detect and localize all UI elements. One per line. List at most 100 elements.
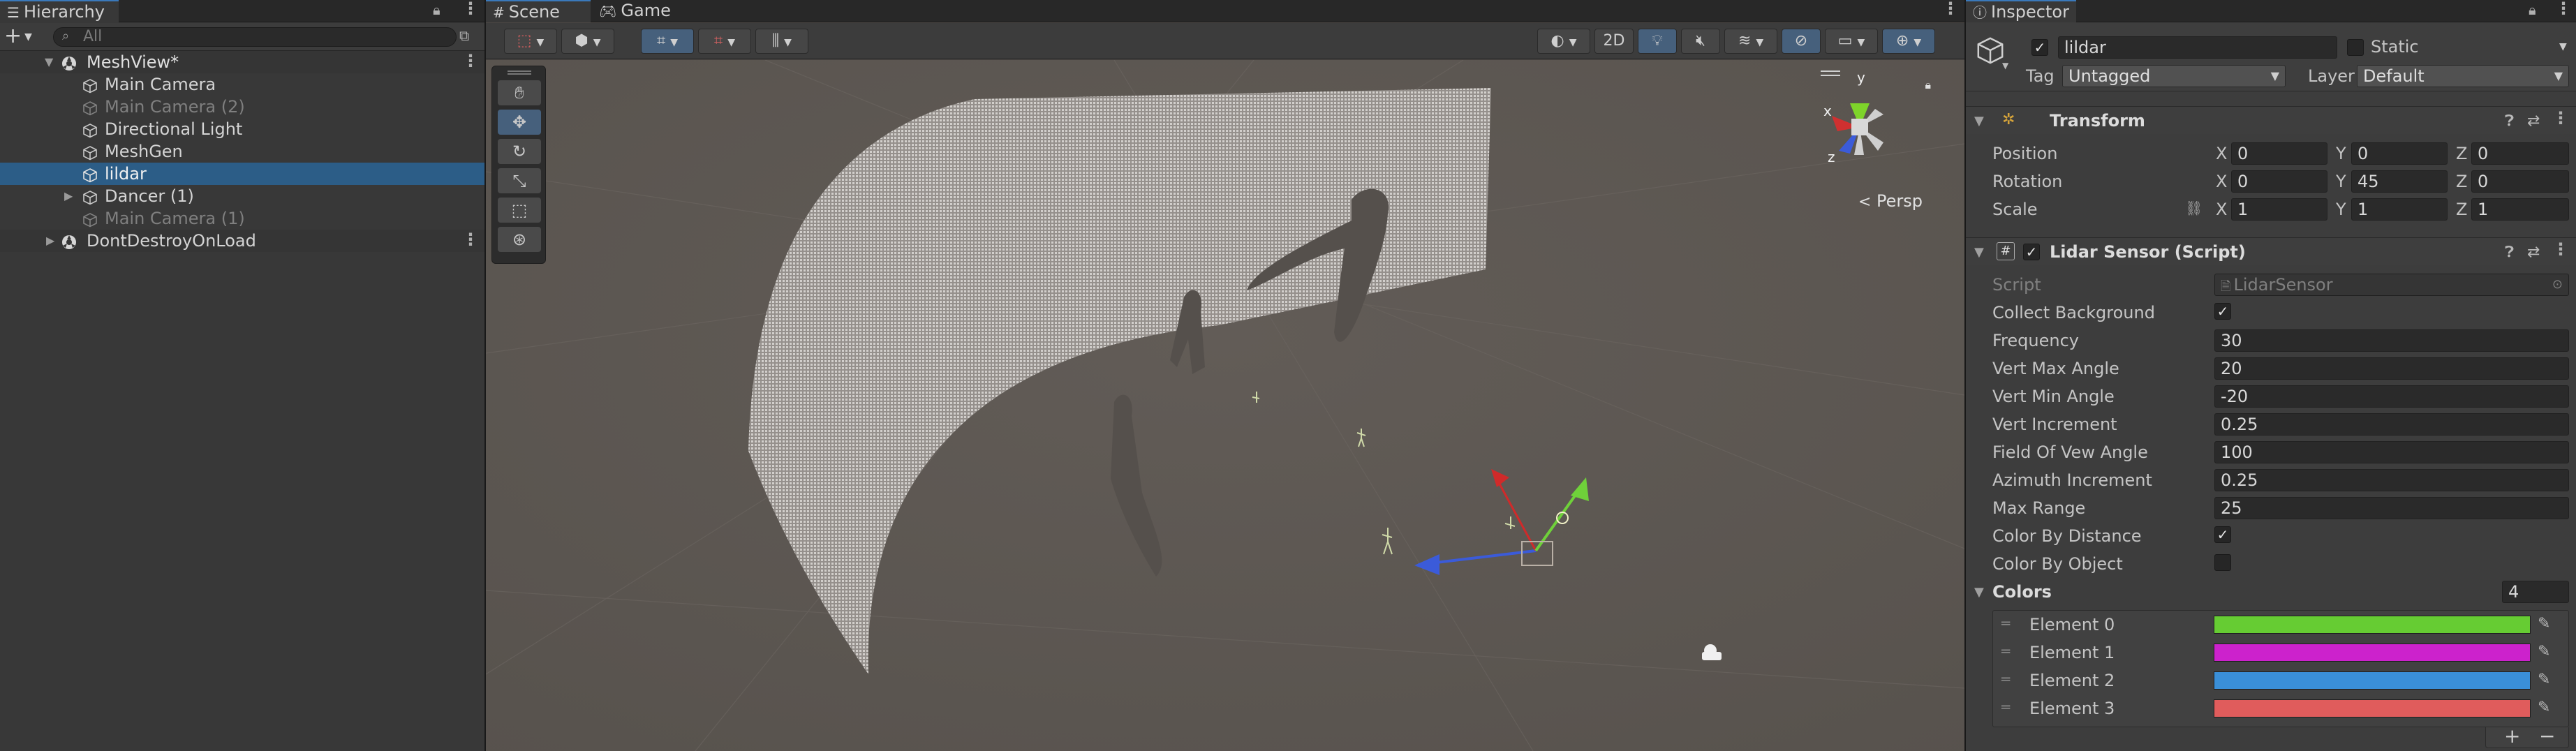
drag-handle-icon[interactable]: ═ xyxy=(2001,615,2010,632)
2d-toggle[interactable]: 2D xyxy=(1594,29,1634,54)
lidar-sensor-header[interactable]: ▼ # ✓ Lidar Sensor (Script) ❓︎ ⇄ ⋮ xyxy=(1966,237,2576,265)
object-picker-icon[interactable]: ⊙ xyxy=(2552,274,2563,295)
position-x-field[interactable]: 0 xyxy=(2231,142,2327,165)
tag-dropdown[interactable]: Untagged ▼ xyxy=(2062,65,2286,87)
drag-handle-icon[interactable]: ═ xyxy=(2001,671,2010,687)
eyedropper-icon[interactable]: ✎ xyxy=(2538,671,2550,688)
snap-increment-dropdown[interactable]: ⌗ ▼ xyxy=(698,29,751,54)
tab-game[interactable]: 🎮︎ Game xyxy=(592,0,683,22)
component-enabled-checkbox[interactable]: ✓ xyxy=(2023,244,2040,260)
lock-icon[interactable]: 🔒︎ xyxy=(433,1,441,18)
more-options-icon[interactable]: ⋮ xyxy=(462,228,479,251)
scene-visibility-toggle[interactable]: ⊘ xyxy=(1782,29,1821,54)
active-checkbox[interactable]: ✓ xyxy=(2031,39,2048,56)
object-name-field[interactable]: lildar xyxy=(2058,36,2337,59)
list-item[interactable]: ═ Element 0 ✎ xyxy=(1993,611,2568,639)
vert-max-angle-field[interactable]: 20 xyxy=(2214,357,2569,380)
chevron-down-icon[interactable]: ▼ xyxy=(2559,41,2567,52)
grid-snap-toggle[interactable]: ⌗ ▼ xyxy=(641,29,694,54)
collapse-arrow-icon[interactable]: ▼ xyxy=(1974,245,1984,260)
drag-handle-icon[interactable]: ═ xyxy=(2001,643,2010,660)
color-swatch[interactable] xyxy=(2214,699,2531,717)
more-options-icon[interactable]: ⋮ xyxy=(2552,239,2569,259)
rotation-y-field[interactable]: 45 xyxy=(2351,170,2448,193)
eyedropper-icon[interactable]: ✎ xyxy=(2538,643,2550,660)
scale-x-field[interactable]: 1 xyxy=(2231,198,2327,221)
effects-dropdown[interactable]: ≋ ▼ xyxy=(1724,29,1777,54)
color-swatch[interactable] xyxy=(2214,671,2531,690)
scene-search-icon[interactable]: ⧉ xyxy=(459,27,469,44)
chevron-down-icon[interactable]: ▼ xyxy=(2002,61,2008,70)
expand-arrow-icon[interactable]: ▼ xyxy=(45,51,53,73)
hand-tool[interactable]: ✋︎ xyxy=(498,80,541,105)
hierarchy-item-lildar[interactable]: lildar xyxy=(0,163,484,185)
expand-arrow-icon[interactable]: ▶ xyxy=(46,230,54,252)
scale-z-field[interactable]: 1 xyxy=(2471,198,2569,221)
hierarchy-item-main-camera-2[interactable]: Main Camera (2) xyxy=(0,96,484,118)
max-range-field[interactable]: 25 xyxy=(2214,497,2569,519)
add-element-button[interactable]: + xyxy=(2504,724,2520,748)
preset-icon[interactable]: ⇄ xyxy=(2527,112,2540,130)
scale-y-field[interactable]: 1 xyxy=(2351,198,2448,221)
tab-hierarchy[interactable]: ☰ Hierarchy xyxy=(0,0,119,22)
eyedropper-icon[interactable]: ✎ xyxy=(2538,615,2550,632)
rotation-z-field[interactable]: 0 xyxy=(2471,170,2569,193)
camera-settings-dropdown[interactable]: ▭ ▼ xyxy=(1825,29,1878,54)
color-swatch[interactable] xyxy=(2214,644,2531,662)
more-options-icon[interactable]: ⋮ xyxy=(2552,108,2569,128)
move-tool[interactable]: ✥ xyxy=(498,110,541,135)
remove-element-button[interactable]: − xyxy=(2539,724,2555,748)
audio-toggle[interactable]: 🔇︎ xyxy=(1681,29,1720,54)
preset-icon[interactable]: ⇄ xyxy=(2527,244,2540,261)
colors-size-field[interactable]: 4 xyxy=(2502,581,2569,603)
palette-handle[interactable] xyxy=(508,70,531,75)
hierarchy-item-meshview[interactable]: ▼ MeshView* ⋮ xyxy=(0,51,484,73)
lighting-toggle[interactable]: 💡︎ xyxy=(1638,29,1677,54)
vert-min-angle-field[interactable]: -20 xyxy=(2214,385,2569,408)
tab-scene[interactable]: # Scene xyxy=(486,0,591,22)
more-options-icon[interactable]: ⋮ xyxy=(1942,0,1959,18)
lock-icon[interactable]: 🔒︎ xyxy=(2529,1,2536,18)
scale-tool[interactable]: ⤡ xyxy=(498,168,541,193)
render-mode-dropdown[interactable]: ⬢ ▼ xyxy=(561,29,614,54)
incremental-snap-dropdown[interactable]: ⫼ ▼ xyxy=(755,29,808,54)
list-item[interactable]: ═ Element 2 ✎ xyxy=(1993,667,2568,694)
hierarchy-item-meshgen[interactable]: MeshGen xyxy=(0,140,484,163)
collect-background-checkbox[interactable]: ✓ xyxy=(2214,303,2231,320)
gizmos-dropdown[interactable]: ⊕ ▼ xyxy=(1882,29,1935,54)
azimuth-increment-field[interactable]: 0.25 xyxy=(2214,469,2569,491)
position-y-field[interactable]: 0 xyxy=(2351,142,2448,165)
eyedropper-icon[interactable]: ✎ xyxy=(2538,699,2550,716)
rotation-x-field[interactable]: 0 xyxy=(2231,170,2327,193)
more-options-icon[interactable]: ⋮ xyxy=(462,50,479,72)
rotate-tool[interactable]: ↻ xyxy=(498,139,541,164)
transform-header[interactable]: ▼ ✲ Transform ❓︎ ⇄ ⋮ xyxy=(1966,106,2576,134)
expand-arrow-icon[interactable]: ▶ xyxy=(64,185,73,207)
add-button[interactable]: + ▼ xyxy=(4,26,43,48)
transform-tool[interactable]: ⊛ xyxy=(498,227,541,252)
projection-toggle[interactable]: < Persp xyxy=(1858,191,1923,211)
collapse-arrow-icon[interactable]: ▼ xyxy=(1974,114,1984,128)
vert-increment-field[interactable]: 0.25 xyxy=(2214,413,2569,436)
layer-dropdown[interactable]: Default ▼ xyxy=(2357,65,2569,87)
static-checkbox[interactable] xyxy=(2347,39,2364,56)
scene-viewport[interactable]: y x z ✋︎ ✥ ↻ ⤡ ⬚ ⊛ < Persp 🔒︎ xyxy=(486,60,1964,751)
search-field[interactable]: ⌕ All xyxy=(53,27,457,47)
list-item[interactable]: ═ Element 1 ✎ xyxy=(1993,639,2568,667)
drag-handle-icon[interactable]: ═ xyxy=(2001,699,2010,715)
shading-mode-dropdown[interactable]: ◐ ▼ xyxy=(1537,29,1590,54)
hierarchy-item-directional-light[interactable]: Directional Light xyxy=(0,118,484,140)
collapse-arrow-icon[interactable]: ▼ xyxy=(1974,585,1984,600)
lock-icon[interactable]: 🔒︎ xyxy=(1925,78,1931,92)
more-options-icon[interactable]: ⋮ xyxy=(462,0,479,18)
list-item[interactable]: ═ Element 3 ✎ xyxy=(1993,694,2568,722)
draw-mode-dropdown[interactable]: ⬚ ▼ xyxy=(504,29,557,54)
help-icon[interactable]: ❓︎ xyxy=(2505,244,2514,261)
color-by-object-checkbox[interactable] xyxy=(2214,554,2231,571)
field-of-view-angle-field[interactable]: 100 xyxy=(2214,441,2569,463)
position-z-field[interactable]: 0 xyxy=(2471,142,2569,165)
frequency-field[interactable]: 30 xyxy=(2214,329,2569,352)
tab-inspector[interactable]: ⓘ Inspector xyxy=(1966,0,2076,22)
hierarchy-item-dontdestroyonload[interactable]: ▶ DontDestroyOnLoad ⋮ xyxy=(0,230,484,252)
hierarchy-item-main-camera-1[interactable]: Main Camera (1) xyxy=(0,207,484,230)
